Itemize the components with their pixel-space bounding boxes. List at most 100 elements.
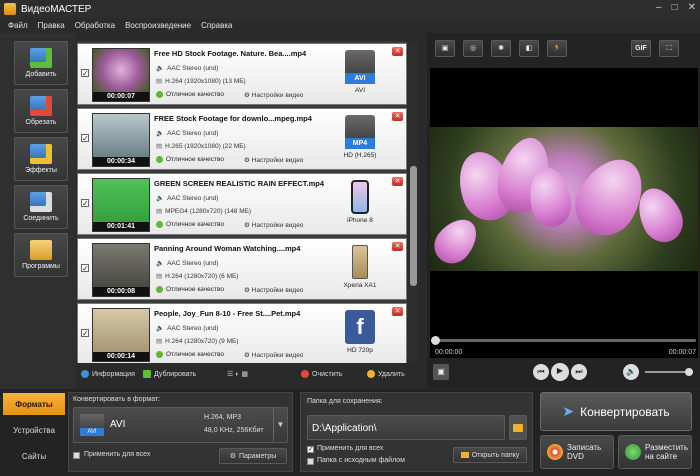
audio-track[interactable]: 🔈 AAC Stereo (und)	[156, 259, 218, 267]
menu-help[interactable]: Справка	[201, 21, 232, 30]
file-thumbnail[interactable]: 00:01:41	[92, 178, 150, 232]
tab-sites[interactable]: Сайты	[3, 445, 65, 467]
duplicate-button[interactable]: Дублировать	[143, 370, 196, 378]
maximize-button[interactable]: □	[672, 2, 678, 13]
crop-tool-button[interactable]: ▣	[435, 40, 455, 57]
file-checkbox[interactable]: ✓	[81, 134, 89, 143]
output-format[interactable]: Xperia XA1	[332, 245, 388, 289]
chevron-down-icon[interactable]: ▼	[273, 408, 287, 442]
file-checkbox[interactable]: ✓	[81, 199, 89, 208]
video-settings-link[interactable]: ⚙ Настройки видео	[244, 351, 303, 359]
output-format[interactable]: f HD 720p	[332, 310, 388, 354]
file-list-scrollbar[interactable]	[408, 41, 419, 363]
file-checkbox[interactable]: ✓	[81, 69, 89, 78]
film-icon: ▤	[156, 208, 163, 215]
output-format[interactable]: MP4 HD (H.265)	[332, 115, 388, 159]
scroll-thumb[interactable]	[410, 166, 417, 286]
remove-file-button[interactable]: ✕	[392, 177, 403, 186]
file-row[interactable]: ✓ 00:00:14 People, Joy_Fun 8-10 - Free S…	[77, 303, 407, 363]
video-settings-link[interactable]: ⚙ Настройки видео	[244, 286, 303, 294]
remove-file-button[interactable]: ✕	[392, 112, 403, 121]
effects-button[interactable]: Эффекты	[14, 137, 68, 181]
quality-label: Отличное качество	[166, 351, 225, 358]
file-checkbox[interactable]: ✓	[81, 264, 89, 273]
delete-button[interactable]: Удалить	[367, 370, 405, 378]
file-row[interactable]: ✓ 00:00:34 FREE Stock Footage for downlo…	[77, 108, 407, 170]
output-path-input[interactable]: D:\Application\	[307, 415, 505, 440]
menu-file[interactable]: Файл	[8, 21, 28, 30]
snapshot-button[interactable]: ▣	[433, 364, 449, 380]
avi-icon: AVI	[80, 414, 104, 436]
apply-all-checkbox[interactable]	[73, 452, 80, 459]
audio-track[interactable]: 🔈 AAC Stereo (und)	[156, 194, 218, 202]
programs-button[interactable]: Программы	[14, 233, 68, 277]
file-thumbnail[interactable]: 00:00:14	[92, 308, 150, 362]
add-button[interactable]: Добавить	[14, 41, 68, 85]
video-settings-link[interactable]: ⚙ Настройки видео	[244, 91, 303, 99]
file-row[interactable]: ✓ 00:01:41 GREEN SCREEN REALISTIC RAIN E…	[77, 173, 407, 235]
quality-selector[interactable]: Отличное качество	[156, 351, 224, 358]
close-button[interactable]: ✕	[688, 2, 696, 13]
stabilize-tool-button[interactable]: ◧	[519, 40, 539, 57]
quality-selector[interactable]: Отличное качество	[156, 286, 224, 293]
quality-selector[interactable]: Отличное качество	[156, 156, 224, 163]
audio-track[interactable]: 🔈 AAC Stereo (und)	[156, 129, 218, 137]
minimize-button[interactable]: –	[656, 2, 662, 13]
tab-formats[interactable]: Форматы	[3, 393, 65, 415]
file-thumbnail[interactable]: 00:00:08	[92, 243, 150, 297]
video-preview[interactable]	[426, 68, 698, 358]
file-list: ✓ 00:00:07 Free HD Stock Footage. Nature…	[77, 41, 407, 363]
menu-processing[interactable]: Обработка	[75, 21, 115, 30]
audio-info: AAC Stereo (und)	[167, 260, 219, 267]
browse-folder-button[interactable]	[509, 415, 527, 440]
tab-devices[interactable]: Устройства	[3, 419, 65, 441]
file-row[interactable]: ✓ 00:00:08 Panning Around Woman Watching…	[77, 238, 407, 300]
video-settings-link[interactable]: ⚙ Настройки видео	[244, 156, 303, 164]
save-apply-all-checkbox[interactable]: ✓	[307, 446, 314, 453]
trim-button[interactable]: Обрезать	[14, 89, 68, 133]
menu-playback[interactable]: Воспроизведение	[125, 21, 191, 30]
quality-selector[interactable]: Отличное качество	[156, 221, 224, 228]
quality-selector[interactable]: Отличное качество	[156, 91, 224, 98]
remove-file-button[interactable]: ✕	[392, 307, 403, 316]
rotate-tool-button[interactable]: ◎	[463, 40, 483, 57]
output-format[interactable]: iPhone 8	[332, 180, 388, 224]
file-checkbox[interactable]: ✓	[81, 329, 89, 338]
next-frame-button[interactable]: ⏭	[571, 364, 587, 380]
menu-edit[interactable]: Правка	[38, 21, 65, 30]
remove-file-button[interactable]: ✕	[392, 47, 403, 56]
speed-tool-button[interactable]: 🏃	[547, 40, 567, 57]
gif-button[interactable]: GIF	[631, 40, 651, 57]
remove-file-button[interactable]: ✕	[392, 242, 403, 251]
video-settings-link[interactable]: ⚙ Настройки видео	[244, 221, 303, 229]
seek-knob[interactable]	[431, 336, 440, 345]
same-folder-checkbox[interactable]	[307, 458, 314, 465]
file-row[interactable]: ✓ 00:00:07 Free HD Stock Footage. Nature…	[77, 43, 407, 105]
convert-button[interactable]: ➤ Конвертировать	[540, 392, 692, 431]
output-format[interactable]: AVI AVI	[332, 50, 388, 94]
format-selector[interactable]: AVI AVI H.264, MP3 48,0 KHz, 256Кбит ▼	[73, 407, 288, 443]
upload-site-button[interactable]: Разместить на сайте	[618, 435, 692, 469]
volume-icon[interactable]: 🔈	[623, 364, 639, 380]
prev-frame-button[interactable]: ⏮	[533, 364, 549, 380]
play-button[interactable]: ▶	[551, 363, 569, 381]
view-toggle[interactable]: ☰ ◐ ▦	[227, 370, 248, 378]
file-thumbnail[interactable]: 00:00:34	[92, 113, 150, 167]
clear-button[interactable]: Очистить	[301, 370, 342, 378]
seek-bar[interactable]	[431, 336, 696, 345]
volume-slider[interactable]	[645, 368, 693, 376]
info-button[interactable]: Информация	[81, 370, 135, 378]
parameters-button[interactable]: ⚙ Параметры	[219, 448, 287, 464]
total-time: 00:00:07	[668, 349, 696, 356]
burn-dvd-button[interactable]: Записать DVD	[540, 435, 614, 469]
volume-knob[interactable]	[685, 368, 693, 376]
brightness-tool-button[interactable]: ✺	[491, 40, 511, 57]
fullscreen-button[interactable]: ⛶	[659, 40, 679, 57]
audio-track[interactable]: 🔈 AAC Stereo (und)	[156, 64, 218, 72]
open-folder-button[interactable]: Открыть папку	[453, 447, 527, 463]
quality-dot-icon	[156, 286, 163, 293]
audio-track[interactable]: 🔈 AAC Stereo (und)	[156, 324, 218, 332]
file-thumbnail[interactable]: 00:00:07	[92, 48, 150, 102]
join-button[interactable]: Соединить	[14, 185, 68, 229]
quality-dot-icon	[156, 91, 163, 98]
